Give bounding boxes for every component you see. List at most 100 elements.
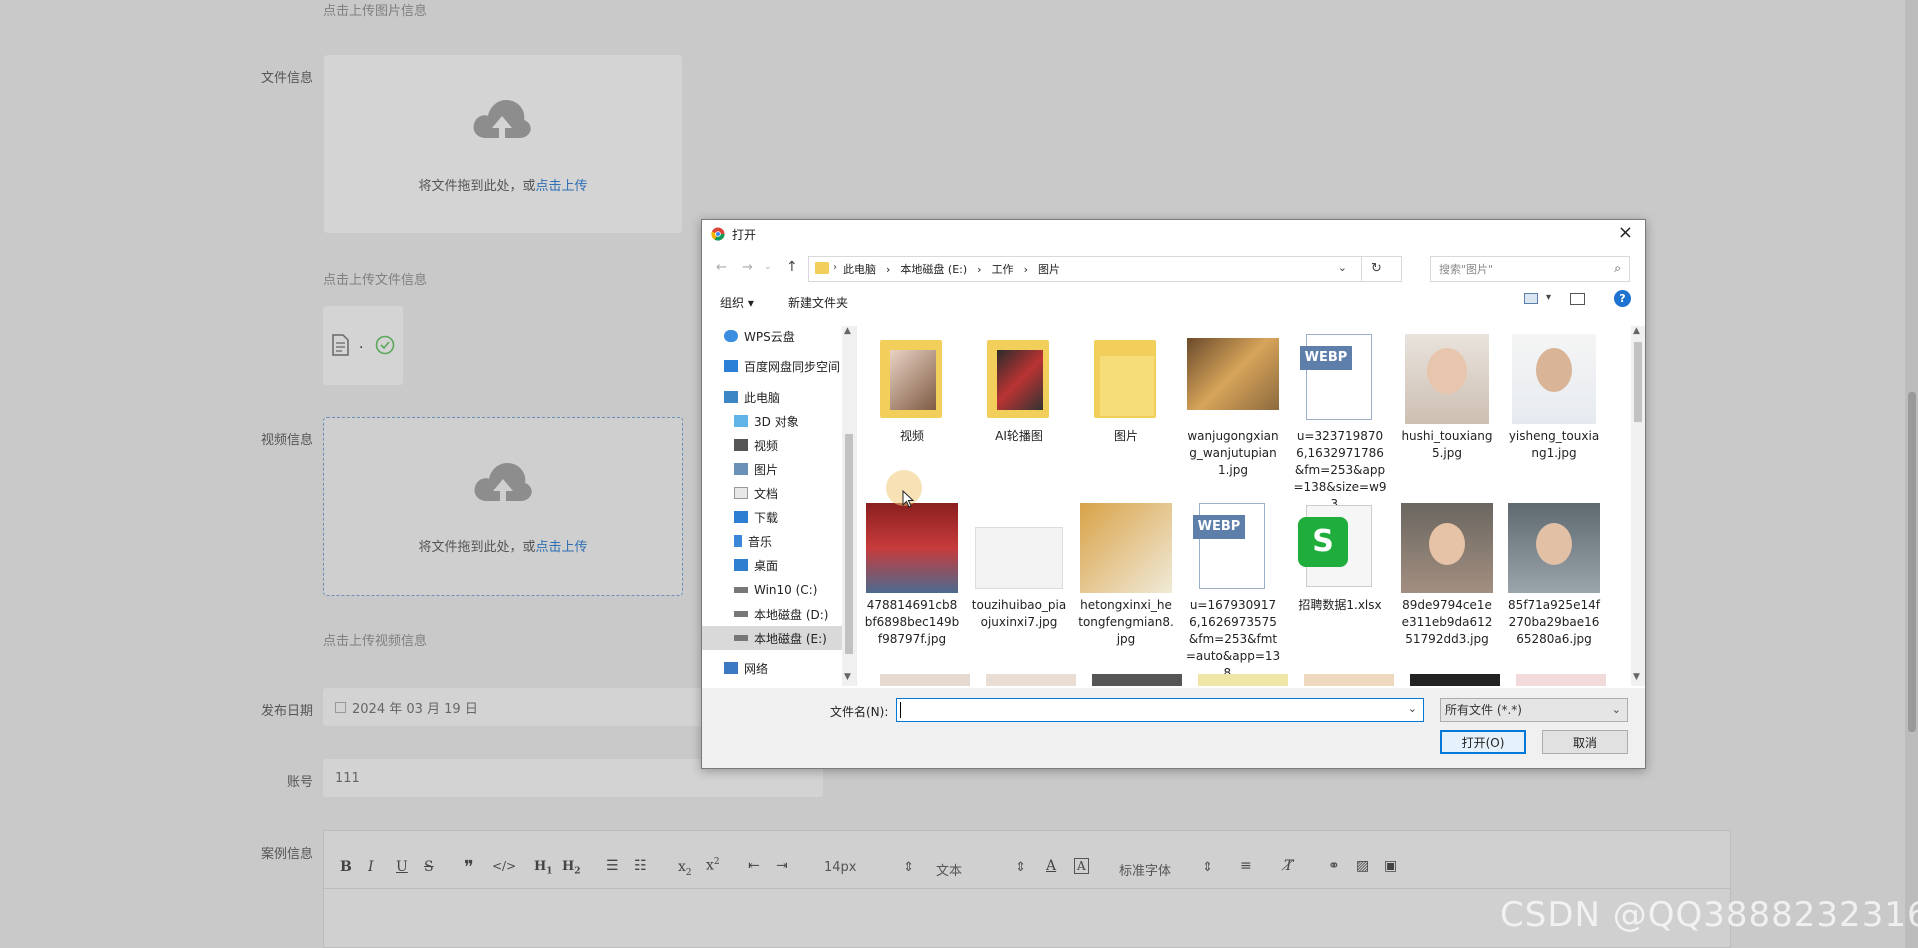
file-type-select[interactable]: 所有文件 (*.*) ⌄ [1440,698,1628,722]
publish-date-input[interactable]: 2024 年 03 月 19 日 [323,688,703,726]
file-upload-link[interactable]: 点击上传 [536,179,588,194]
scroll-down-icon[interactable]: ▼ [1633,672,1640,682]
nav-item-drive-d[interactable]: 本地磁盘 (D:) [734,604,828,624]
file-thumbnail-partial[interactable] [986,674,1076,686]
open-button[interactable]: 打开(O) [1440,730,1526,754]
help-icon[interactable]: ? [1614,290,1631,307]
indent-button[interactable]: ⇥ [776,858,788,874]
nav-item-downloads[interactable]: 下载 [734,507,778,527]
filename-input[interactable]: ⌄ [896,698,1424,722]
chevron-down-icon[interactable]: ▾ [1546,292,1551,303]
heading2-button[interactable]: H2 [562,859,581,877]
underline-button[interactable]: U [396,859,408,875]
file-item[interactable]: yisheng_touxiang1.jpg [1506,334,1602,462]
font-color-button[interactable]: A [1046,858,1056,874]
superscript-button[interactable]: x2 [706,857,720,874]
file-item[interactable]: 视频 [864,334,960,445]
file-thumbnail-partial[interactable] [1304,674,1394,686]
file-list-scrollbar[interactable]: ▲ ▼ [1631,326,1645,686]
nav-item-network[interactable]: 网络 [724,658,768,678]
file-item[interactable]: 89de9794ce1ee311eb9da61251792dd3.jpg [1399,503,1495,648]
file-item[interactable]: touzihuibao_piaojuxinxi7.jpg [971,503,1067,631]
nav-item-baidu-sync[interactable]: 百度网盘同步空间 [724,356,840,376]
file-item[interactable]: 478814691cb8bf6898bec149bf98797f.jpg [864,503,960,648]
clear-format-button[interactable]: T̸ [1284,858,1293,874]
chevron-down-icon[interactable]: ⌄ [1338,261,1347,274]
align-button[interactable]: ≡ [1240,858,1252,874]
font-family-select[interactable]: 标准字体 ⇕ [1119,860,1213,879]
nav-item-drive-e[interactable]: 本地磁盘 (E:) [702,626,842,650]
uploaded-file-item[interactable]: . [323,306,403,385]
search-input[interactable]: 搜索"图片" ⌕ [1430,256,1630,282]
ordered-list-button[interactable]: ☰ [606,858,619,874]
text-style-select[interactable]: 文本 ⇕ [936,860,1026,879]
new-folder-button[interactable]: 新建文件夹 [788,294,848,311]
nav-item-wps-cloud[interactable]: WPS云盘 [724,326,795,346]
nav-item-pictures[interactable]: 图片 [734,459,778,479]
file-thumbnail-partial[interactable] [1410,674,1500,686]
chevron-right-icon: › [977,262,982,276]
font-size-select[interactable]: 14px ⇕ [824,860,914,875]
file-thumbnail-partial[interactable] [1516,674,1606,686]
filename-label: 文件名(N): [830,705,889,719]
chevron-down-icon[interactable]: ⌄ [1408,702,1417,715]
bullet-list-button[interactable]: ☷ [634,858,647,874]
close-icon[interactable]: × [1618,222,1633,243]
file-upload-dropzone[interactable]: 将文件拖到此处，或点击上传 [324,55,682,233]
video-upload-link[interactable]: 点击上传 [536,540,588,555]
forward-icon[interactable]: → [742,260,753,275]
link-button[interactable]: ⚭ [1328,858,1340,874]
file-item[interactable]: 图片 [1078,334,1174,445]
breadcrumb-item[interactable]: 图片 [1038,261,1060,277]
breadcrumb-item[interactable]: 工作 [992,261,1014,277]
nav-item-music[interactable]: 音乐 [734,531,772,551]
cloud-icon [724,330,738,342]
recent-locations-icon[interactable]: ⌄ [764,262,772,272]
page-scrollbar-thumb[interactable] [1908,392,1916,732]
file-item[interactable]: hushi_touxiang5.jpg [1399,334,1495,462]
background-color-button[interactable]: A [1074,858,1089,874]
breadcrumb-item[interactable]: 本地磁盘 (E:) [900,261,967,277]
file-item[interactable]: WEBP u=3237198706,1632971786&fm=253&app=… [1292,334,1388,513]
file-item[interactable]: wanjugongxiang_wanjutupian1.jpg [1185,334,1281,479]
up-folder-icon[interactable]: ↑ [786,259,798,275]
nav-item-this-pc[interactable]: 此电脑 [724,387,780,407]
file-item[interactable]: 85f71a925e14f270ba29bae1665280a6.jpg [1506,503,1602,648]
file-thumbnail-partial[interactable] [1092,674,1182,686]
page-scrollbar[interactable] [1905,0,1918,948]
view-icon[interactable] [1524,293,1538,304]
file-item[interactable]: S 招聘数据1.xlsx [1292,503,1388,614]
file-list-scrollbar-thumb[interactable] [1634,342,1642,422]
heading1-button[interactable]: H1 [534,859,553,877]
nav-item-drive-c[interactable]: Win10 (C:) [734,580,817,600]
video-button[interactable]: ▣ [1384,858,1397,874]
video-upload-dropzone[interactable]: 将文件拖到此处，或点击上传 [323,417,683,596]
scroll-up-icon[interactable]: ▲ [844,326,851,336]
preview-pane-icon[interactable] [1570,293,1585,305]
file-item[interactable]: AI轮播图 [971,334,1067,445]
italic-button[interactable]: I [368,859,374,875]
blockquote-button[interactable]: ❞ [464,857,474,878]
back-icon[interactable]: ← [716,260,727,275]
subscript-button[interactable]: x2 [678,859,692,878]
file-thumbnail-partial[interactable] [880,674,970,686]
nav-item-desktop[interactable]: 桌面 [734,555,778,575]
organize-button[interactable]: 组织 ▾ [720,294,754,311]
cancel-button[interactable]: 取消 [1542,730,1628,754]
outdent-button[interactable]: ⇤ [748,858,760,874]
code-button[interactable]: </> [492,859,516,873]
scroll-up-icon[interactable]: ▲ [1633,326,1640,336]
scroll-down-icon[interactable]: ▼ [844,672,851,682]
breadcrumb-item[interactable]: 此电脑 [843,261,876,277]
address-bar[interactable]: › 此电脑 › 本地磁盘 (E:) › 工作 › 图片 ⌄ ↻ [808,256,1402,282]
image-button[interactable]: ▨ [1356,858,1369,874]
nav-item-videos[interactable]: 视频 [734,435,778,455]
file-thumbnail-partial[interactable] [1198,674,1288,686]
refresh-icon[interactable]: ↻ [1361,257,1391,281]
file-item[interactable]: WEBP u=1679309176,1626973575&fm=253&fmt=… [1185,503,1281,682]
strike-button[interactable]: S [424,859,434,875]
nav-item-3d-objects[interactable]: 3D 对象 [734,411,799,431]
file-item[interactable]: hetongxinxi_hetongfengmian8.jpg [1078,503,1174,648]
bold-button[interactable]: B [340,859,352,875]
nav-item-documents[interactable]: 文档 [734,483,778,503]
